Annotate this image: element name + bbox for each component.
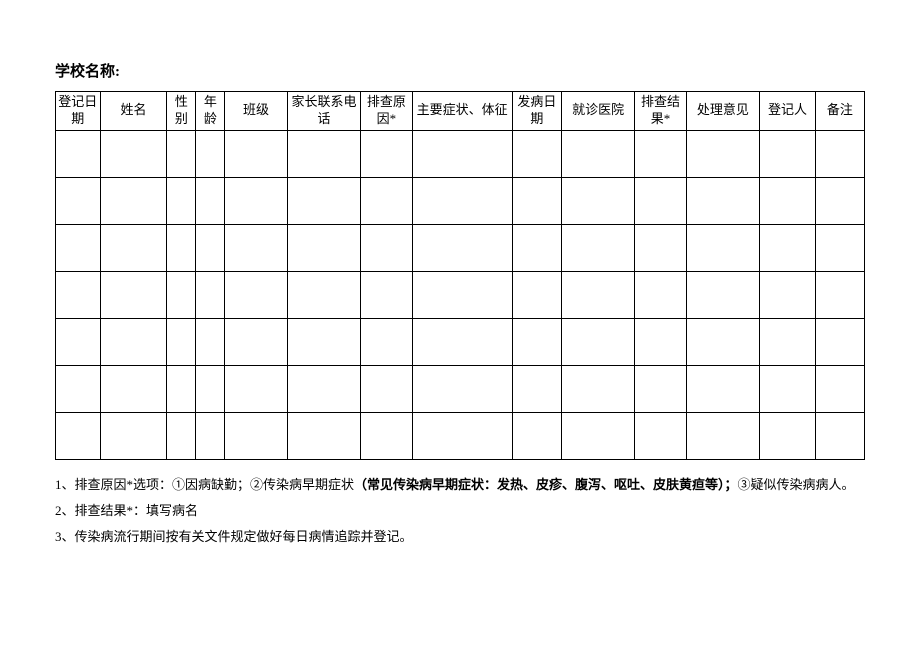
table-row <box>56 318 865 365</box>
note-2: 2、排查结果*：填写病名 <box>55 498 865 524</box>
header-parent-phone: 家长联系电话 <box>287 92 361 131</box>
table-row <box>56 224 865 271</box>
header-remark: 备注 <box>815 92 864 131</box>
registration-table: 登记日期 姓名 性别 年龄 班级 家长联系电话 排查原因* 主要症状、体征 发病… <box>55 91 865 460</box>
school-name-label: 学校名称: <box>55 60 865 81</box>
note-1-prefix: 1、排查原因*选项：①因病缺勤；②传染病早期症状 <box>55 477 354 492</box>
header-symptoms: 主要症状、体征 <box>412 92 512 131</box>
note-1-suffix: ③疑似传染病病人。 <box>738 477 855 492</box>
notes-section: 1、排查原因*选项：①因病缺勤；②传染病早期症状（常见传染病早期症状：发热、皮疹… <box>55 472 865 550</box>
table-header-row: 登记日期 姓名 性别 年龄 班级 家长联系电话 排查原因* 主要症状、体征 发病… <box>56 92 865 131</box>
header-hospital: 就诊医院 <box>561 92 635 131</box>
note-1: 1、排查原因*选项：①因病缺勤；②传染病早期症状（常见传染病早期症状：发热、皮疹… <box>55 472 865 498</box>
table-row <box>56 412 865 459</box>
header-reg-date: 登记日期 <box>56 92 101 131</box>
header-name: 姓名 <box>100 92 167 131</box>
table-row <box>56 365 865 412</box>
header-class: 班级 <box>225 92 287 131</box>
note-3: 3、传染病流行期间按有关文件规定做好每日病情追踪并登记。 <box>55 524 865 550</box>
note-1-bold: （常见传染病早期症状：发热、皮疹、腹泻、呕吐、皮肤黄疸等）； <box>354 477 738 492</box>
header-onset-date: 发病日期 <box>512 92 561 131</box>
header-age: 年龄 <box>196 92 225 131</box>
table-row <box>56 177 865 224</box>
table-row <box>56 271 865 318</box>
header-screen-result: 排查结果* <box>635 92 686 131</box>
header-gender: 性别 <box>167 92 196 131</box>
table-row <box>56 130 865 177</box>
header-registrar: 登记人 <box>760 92 816 131</box>
header-screen-reason: 排查原因* <box>361 92 412 131</box>
header-opinion: 处理意见 <box>686 92 760 131</box>
